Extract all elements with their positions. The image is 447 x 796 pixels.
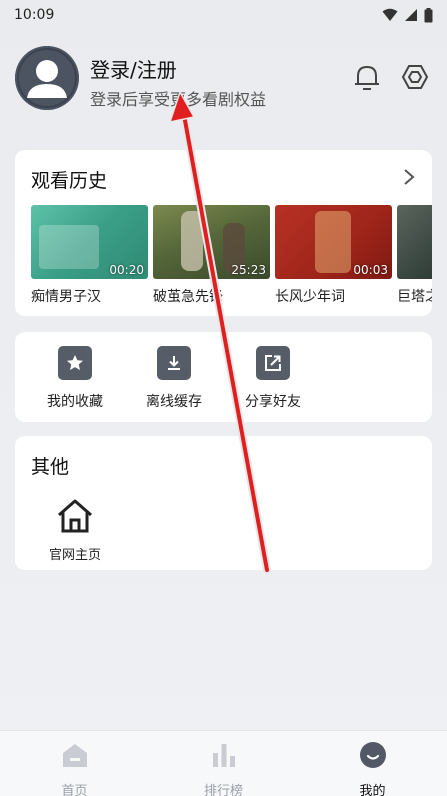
battery-icon <box>424 7 433 22</box>
bell-icon[interactable] <box>352 62 382 92</box>
history-time: 00:20 <box>109 263 144 277</box>
share-icon <box>256 346 290 380</box>
wifi-icon <box>382 8 398 21</box>
history-time: 00:03 <box>353 263 388 277</box>
profile-header[interactable]: 登录/注册 登录后享受更多看剧权益 <box>15 46 432 112</box>
thumbnail-artwork <box>181 211 203 271</box>
quick-actions-card: 我的收藏 离线缓存 分享好友 <box>15 332 432 422</box>
nav-item-mine[interactable]: 我的 <box>298 731 447 796</box>
history-thumbnail[interactable]: 00:03 <box>275 205 392 279</box>
history-item[interactable]: 00:03 长风少年词 <box>275 205 392 306</box>
home-icon <box>62 744 87 767</box>
nav-item-home[interactable]: 首页 <box>0 731 149 796</box>
share-friends-button[interactable]: 分享好友 <box>233 346 313 411</box>
star-icon <box>58 346 92 380</box>
status-time: 10:09 <box>14 7 55 23</box>
nav-label-ranking: 排行榜 <box>203 784 243 796</box>
history-label: 长风少年词 <box>275 289 345 305</box>
history-thumbnail[interactable] <box>397 205 432 279</box>
login-subtitle: 登录后享受更多看剧权益 <box>90 90 267 109</box>
offline-cache-button[interactable]: 离线缓存 <box>134 346 214 411</box>
nav-label-home: 首页 <box>61 784 88 796</box>
nav-label-mine: 我的 <box>359 784 386 796</box>
history-thumbnail[interactable]: 00:20 <box>31 205 148 279</box>
history-thumbnail[interactable]: 25:23 <box>153 205 270 279</box>
chevron-right-icon[interactable] <box>402 168 416 186</box>
history-label: 巨塔之 <box>397 289 432 305</box>
status-bar: 10:09 <box>0 0 447 30</box>
thumbnail-artwork <box>39 225 99 269</box>
history-time: 25:23 <box>231 263 266 277</box>
other-title: 其他 <box>31 456 70 478</box>
history-item[interactable]: 25:23 破茧急先锋 <box>153 205 270 306</box>
history-list: 00:20 痴情男子汉 25:23 破茧急先锋 00:03 长风少年词 巨塔之 <box>31 205 432 306</box>
signal-icon <box>405 9 417 21</box>
watch-history-title: 观看历史 <box>31 170 108 192</box>
settings-icon[interactable] <box>400 62 430 92</box>
login-register-link[interactable]: 登录/注册 <box>90 54 177 83</box>
status-icons <box>382 7 433 23</box>
watch-history-card: 观看历史 00:20 痴情男子汉 25:23 破茧急先锋 00:03 长风少年词 <box>15 150 432 316</box>
avatar-icon <box>15 46 79 110</box>
favorites-button[interactable]: 我的收藏 <box>35 346 115 411</box>
official-site-label: 官网主页 <box>48 548 101 563</box>
other-card: 其他 官网主页 <box>15 436 432 570</box>
history-label: 破茧急先锋 <box>153 289 223 305</box>
offline-cache-label: 离线缓存 <box>146 394 202 410</box>
thumbnail-artwork <box>315 211 351 273</box>
history-item[interactable]: 巨塔之 <box>397 205 432 306</box>
history-item[interactable]: 00:20 痴情男子汉 <box>31 205 148 306</box>
ranking-icon <box>212 744 235 767</box>
avatar[interactable] <box>15 46 79 110</box>
history-label: 痴情男子汉 <box>31 289 101 305</box>
share-friends-label: 分享好友 <box>245 394 301 410</box>
nav-item-ranking[interactable]: 排行榜 <box>149 731 298 796</box>
profile-icon <box>359 742 386 768</box>
official-site-button[interactable]: 官网主页 <box>43 496 107 563</box>
bottom-nav: 首页 排行榜 我的 <box>0 730 447 796</box>
favorites-label: 我的收藏 <box>47 394 103 410</box>
download-icon <box>157 346 191 380</box>
home-icon <box>58 499 92 533</box>
